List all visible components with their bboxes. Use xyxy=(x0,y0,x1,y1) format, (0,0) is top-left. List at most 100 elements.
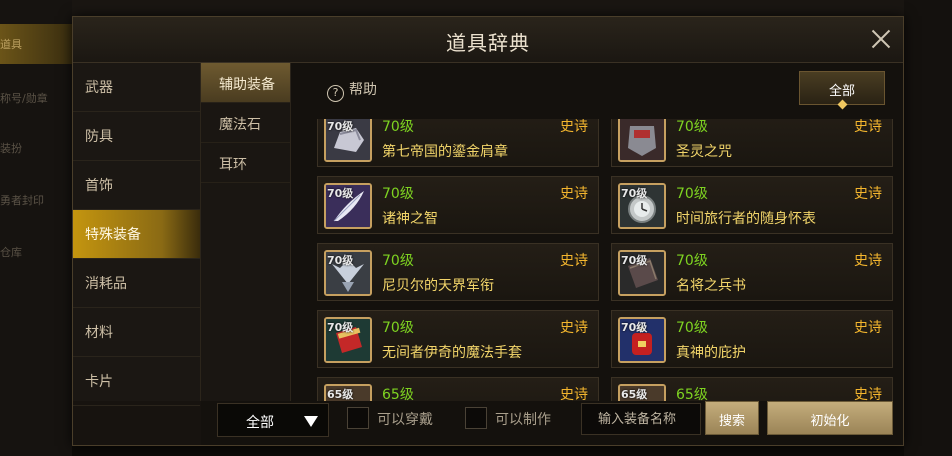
item-level: 70级 xyxy=(676,119,708,135)
item-grade: 史诗 xyxy=(560,119,588,135)
thumb-level-label: 70级 xyxy=(327,187,354,200)
question-circle-icon: ? xyxy=(327,85,344,102)
category-special-equipment[interactable]: 特殊装备 xyxy=(73,210,200,259)
reset-button[interactable]: 初始化 xyxy=(767,401,893,435)
holy-spirit-curse-icon xyxy=(618,119,666,162)
item-grade: 史诗 xyxy=(854,119,882,135)
filter-tab-all[interactable]: 全部 xyxy=(799,71,885,105)
dropdown-value: 全部 xyxy=(246,415,274,431)
celestial-insignia-icon: 70级 xyxy=(324,250,372,296)
thumb-level-label: 70级 xyxy=(621,254,648,267)
item-card[interactable]: 65级 65级 史诗 xyxy=(317,377,599,401)
category-list: 武器 防具 首饰 特殊装备 消耗品 材料 卡片 xyxy=(73,63,201,406)
item-grade: 史诗 xyxy=(854,320,882,336)
thumb-level-label: 70级 xyxy=(327,120,354,133)
item-list-panel: ? 帮助 全部 70级 70级 史诗 第七帝国的鎏金肩章 70级 史诗 圣灵之咒 70级 70级史… xyxy=(291,63,903,401)
wearable-label: 可以穿戴 xyxy=(377,412,433,428)
background-right-panel xyxy=(904,0,952,456)
bg-menu-item: 称号/勋章 xyxy=(0,92,48,105)
gilded-epaulette-icon: 70级 xyxy=(324,119,372,162)
category-armor[interactable]: 防具 xyxy=(73,112,200,161)
help-button[interactable]: ? 帮助 xyxy=(327,79,377,102)
background-left-menu: 道具 称号/勋章 装扮 勇者封印 仓库 xyxy=(0,0,72,456)
subcategory-support-equipment[interactable]: 辅助装备 xyxy=(201,63,290,103)
item-grade: 史诗 xyxy=(560,387,588,401)
item-grade: 史诗 xyxy=(560,253,588,269)
close-icon[interactable] xyxy=(869,27,893,51)
bottom-filter-bar: 全部 可以穿戴 可以制作 搜索 初始化 xyxy=(201,401,903,445)
craftable-checkbox[interactable]: 可以制作 xyxy=(465,407,551,431)
item-level: 70级 xyxy=(382,320,414,336)
subcategory-list: 辅助装备 魔法石 耳环 xyxy=(201,63,291,401)
item-grade: 史诗 xyxy=(854,253,882,269)
item-grade: 史诗 xyxy=(560,186,588,202)
item-card[interactable]: 70级 70级 史诗时间旅行者的随身怀表 xyxy=(611,176,893,234)
item-level: 70级 xyxy=(676,320,708,336)
item-level: 70级 xyxy=(676,186,708,202)
thumb-level-label: 65级 xyxy=(621,388,648,401)
magic-glove-icon: 70级 xyxy=(324,317,372,363)
item-name: 圣灵之咒 xyxy=(676,144,732,160)
category-materials[interactable]: 材料 xyxy=(73,308,200,357)
item-icon: 65级 xyxy=(324,384,372,401)
category-cards[interactable]: 卡片 xyxy=(73,357,200,406)
item-level: 70级 xyxy=(382,119,414,135)
grade-dropdown[interactable]: 全部 xyxy=(217,403,329,437)
category-weapon[interactable]: 武器 xyxy=(73,63,200,112)
dialog-title-bar: 道具辞典 xyxy=(73,17,903,63)
dropdown-arrow-icon xyxy=(304,416,318,427)
search-button[interactable]: 搜索 xyxy=(705,401,759,435)
bg-menu-item: 勇者封印 xyxy=(0,194,44,207)
item-card[interactable]: 70级 70级 史诗名将之兵书 xyxy=(611,243,893,301)
item-name: 名将之兵书 xyxy=(676,278,746,294)
item-card[interactable]: 70级 70级 史诗尼贝尔的天界军衔 xyxy=(317,243,599,301)
thumb-level-label: 70级 xyxy=(327,321,354,334)
checkbox-icon xyxy=(347,407,369,429)
item-level: 70级 xyxy=(676,253,708,269)
item-level: 65级 xyxy=(676,387,708,401)
item-card[interactable]: 65级 65级 史诗 xyxy=(611,377,893,401)
search-input[interactable] xyxy=(581,403,701,435)
category-consumables[interactable]: 消耗品 xyxy=(73,259,200,308)
bg-menu-item: 道具 xyxy=(0,24,72,64)
wearable-checkbox[interactable]: 可以穿戴 xyxy=(347,407,433,431)
item-card[interactable]: 70级 70级 史诗诸神之智 xyxy=(317,176,599,234)
item-card[interactable]: 70级 史诗圣灵之咒 xyxy=(611,119,893,167)
item-name: 第七帝国的鎏金肩章 xyxy=(382,144,508,160)
thumb-level-label: 65级 xyxy=(327,388,354,401)
item-card[interactable]: 70级 70级 史诗真神的庇护 xyxy=(611,310,893,368)
subcategory-magic-stone[interactable]: 魔法石 xyxy=(201,103,290,143)
background-top-bar xyxy=(0,0,952,16)
red-amulet-icon: 70级 xyxy=(618,317,666,363)
item-name: 尼贝尔的天界军衔 xyxy=(382,278,494,294)
item-level: 70级 xyxy=(382,253,414,269)
thumb-level-label: 70级 xyxy=(621,321,648,334)
help-label: 帮助 xyxy=(349,82,377,98)
thumb-level-label: 70级 xyxy=(621,187,648,200)
item-name: 时间旅行者的随身怀表 xyxy=(676,211,816,227)
war-book-icon: 70级 xyxy=(618,250,666,296)
item-grade: 史诗 xyxy=(854,387,882,401)
thumb-level-label: 70级 xyxy=(327,254,354,267)
item-grade: 史诗 xyxy=(560,320,588,336)
item-grade: 史诗 xyxy=(854,186,882,202)
item-card[interactable]: 70级 70级 史诗无间者伊奇的魔法手套 xyxy=(317,310,599,368)
bg-menu-item: 仓库 xyxy=(0,246,22,259)
subcategory-earring[interactable]: 耳环 xyxy=(201,143,290,183)
item-dictionary-dialog: 道具辞典 武器 防具 首饰 特殊装备 消耗品 材料 卡片 辅助装备 魔法石 耳环… xyxy=(72,16,904,446)
item-name: 无间者伊奇的魔法手套 xyxy=(382,345,522,361)
pocket-watch-icon: 70级 xyxy=(618,183,666,229)
dialog-title: 道具辞典 xyxy=(446,31,530,55)
item-name: 真神的庇护 xyxy=(676,345,746,361)
craftable-label: 可以制作 xyxy=(495,412,551,428)
bg-menu-item: 装扮 xyxy=(0,142,22,155)
item-grid[interactable]: 70级 70级 史诗 第七帝国的鎏金肩章 70级 史诗 圣灵之咒 70级 70级 史诗 诸神之智 70… xyxy=(317,119,893,401)
checkbox-icon xyxy=(465,407,487,429)
item-icon: 65级 xyxy=(618,384,666,401)
item-level: 70级 xyxy=(382,186,414,202)
category-accessory[interactable]: 首饰 xyxy=(73,161,200,210)
feather-icon: 70级 xyxy=(324,183,372,229)
item-level: 65级 xyxy=(382,387,414,401)
item-card[interactable]: 70级 70级 史诗第七帝国的鎏金肩章 xyxy=(317,119,599,167)
item-name: 诸神之智 xyxy=(382,211,438,227)
